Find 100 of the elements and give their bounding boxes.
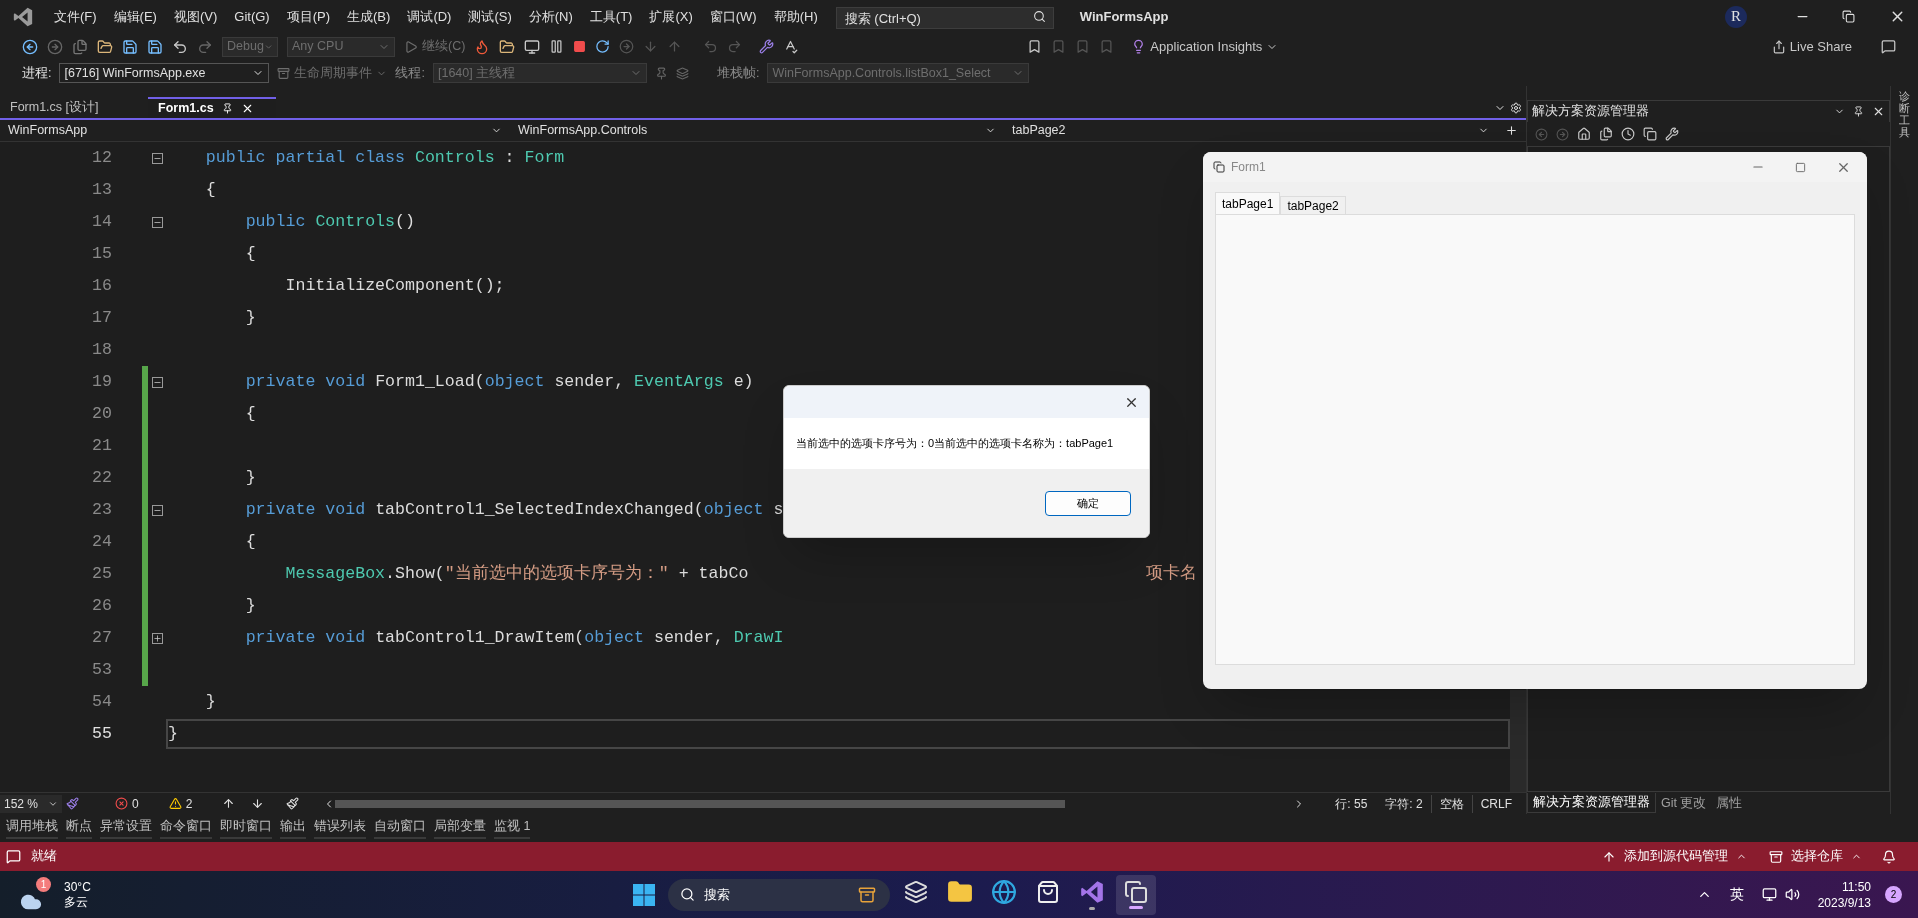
previous-icon[interactable]	[222, 797, 236, 810]
process-dropdown[interactable]: [6716] WinFormsApp.exe	[59, 63, 270, 83]
network-icon[interactable]	[1761, 887, 1777, 902]
warning-count[interactable]: 2	[168, 794, 193, 813]
notification-badge[interactable]: 2	[1885, 886, 1902, 903]
menu-item[interactable]: 编辑(E)	[107, 6, 163, 27]
tool-window-tab[interactable]: 输出	[280, 816, 306, 840]
pause-icon[interactable]	[549, 39, 565, 54]
form-tab[interactable]: tabPage2	[1280, 196, 1346, 214]
menu-item[interactable]: 文件(F)	[48, 6, 103, 27]
menu-item[interactable]: 工具(T)	[583, 6, 639, 27]
split-icon[interactable]	[1505, 124, 1518, 137]
live-share-button[interactable]: Live Share	[1771, 36, 1852, 57]
home-icon[interactable]	[1577, 127, 1591, 141]
volume-icon[interactable]	[1784, 887, 1800, 902]
folder-search-icon[interactable]	[499, 38, 516, 55]
whitespace-indicator[interactable]: 空格	[1430, 794, 1473, 813]
restore-icon[interactable]	[1842, 10, 1855, 23]
tool-window-tab[interactable]: 监视 1	[494, 816, 531, 840]
menu-item[interactable]: 分析(N)	[522, 6, 579, 27]
window-icon[interactable]	[1123, 880, 1148, 904]
error-count[interactable]: 0	[115, 794, 139, 813]
menu-item[interactable]: 生成(B)	[341, 6, 397, 27]
tool-window-tab[interactable]: 局部变量	[434, 816, 486, 840]
panel-tab[interactable]: 解决方案资源管理器	[1527, 793, 1656, 813]
back-icon[interactable]	[22, 38, 38, 55]
feedback-icon[interactable]	[1881, 39, 1896, 54]
restart-icon[interactable]	[595, 39, 611, 54]
next-icon[interactable]	[251, 797, 265, 810]
collapse-icon[interactable]	[151, 376, 163, 388]
menu-item[interactable]: 测试(S)	[462, 6, 518, 27]
task-view-icon[interactable]	[903, 880, 928, 904]
tool-window-tab[interactable]: 调用堆栈	[6, 816, 58, 840]
tool-window-tab[interactable]: 异常设置	[100, 816, 152, 840]
insights-button[interactable]: Application Insights	[1131, 36, 1279, 57]
tools-icon[interactable]	[759, 39, 775, 54]
zoom-dropdown[interactable]: 152 %	[0, 794, 62, 813]
line-ending-indicator[interactable]: CRLF	[1472, 794, 1520, 813]
redo-icon[interactable]	[197, 38, 213, 55]
forward-icon[interactable]	[47, 38, 63, 55]
account-avatar[interactable]: R	[1725, 5, 1747, 28]
panel-tab[interactable]: 属性	[1711, 793, 1748, 813]
tool-window-tab[interactable]: 断点	[66, 816, 92, 840]
type-dropdown[interactable]: WinFormsApp.Controls	[510, 121, 1004, 140]
menu-item[interactable]: 帮助(H)	[767, 6, 824, 27]
menu-item[interactable]: 项目(P)	[280, 6, 337, 27]
repository-button[interactable]: 选择仓库	[1769, 847, 1862, 866]
search-field[interactable]: 搜索 (Ctrl+Q)	[835, 7, 1054, 29]
menu-item[interactable]: 扩展(X)	[643, 6, 699, 27]
expand-icon[interactable]	[151, 632, 163, 644]
switch-view-icon[interactable]	[1599, 127, 1613, 141]
menu-item[interactable]: 视图(V)	[167, 6, 224, 27]
save-all-icon[interactable]	[147, 38, 163, 55]
store-icon[interactable]	[1035, 880, 1060, 904]
notification-icon[interactable]	[1882, 849, 1896, 864]
window-layout-icon[interactable]	[524, 38, 541, 55]
tool-window-tab[interactable]: 即时窗口	[220, 816, 272, 840]
member-dropdown[interactable]: tabPage2	[1004, 121, 1497, 140]
clock[interactable]: 11:50 2023/9/13	[1817, 878, 1871, 911]
vertical-scrollbar[interactable]	[1510, 690, 1526, 792]
save-icon[interactable]	[122, 38, 138, 55]
menu-item[interactable]: 窗口(W)	[703, 6, 763, 27]
open-folder-icon[interactable]	[97, 38, 113, 55]
horizontal-scrollbar[interactable]	[335, 799, 1066, 808]
ok-button[interactable]: 确定	[1045, 490, 1131, 516]
tool-window-tab[interactable]: 自动窗口	[374, 816, 426, 840]
pin-icon[interactable]	[1853, 106, 1864, 117]
form-tab[interactable]: tabPage1	[1215, 192, 1281, 214]
properties-icon[interactable]	[1665, 127, 1679, 141]
collapse-icon[interactable]	[151, 152, 163, 164]
spell-check-icon[interactable]	[783, 39, 799, 54]
pin-icon[interactable]	[221, 103, 233, 114]
folder-icon[interactable]	[946, 879, 973, 905]
menu-item[interactable]: 调试(D)	[401, 6, 458, 27]
side-tab[interactable]: 诊断工具	[1899, 90, 1910, 139]
settings-icon[interactable]	[1510, 102, 1522, 114]
collapse-icon[interactable]	[151, 504, 163, 516]
health-icon[interactable]	[66, 797, 79, 810]
source-control-button[interactable]: 添加到源代码管理	[1602, 847, 1747, 866]
taskbar-search-field[interactable]: 搜索	[667, 878, 890, 911]
collapse-icon[interactable]	[151, 216, 163, 228]
start-icon[interactable]	[631, 882, 656, 907]
document-tab[interactable]: Form1.cs [设计]	[0, 97, 148, 118]
menu-item[interactable]: Git(G)	[228, 6, 276, 27]
maximize-icon[interactable]	[1795, 161, 1806, 173]
tool-window-tab[interactable]: 错误列表	[314, 816, 366, 840]
pending-changes-icon[interactable]	[1621, 127, 1635, 141]
undo-icon[interactable]	[172, 38, 188, 55]
cleanup-icon[interactable]	[286, 797, 300, 810]
taskbar-button[interactable]	[1115, 874, 1156, 915]
close-icon[interactable]	[1872, 105, 1885, 118]
threads-icon[interactable]	[675, 66, 689, 80]
panel-tab[interactable]: Git 更改	[1656, 793, 1712, 813]
new-item-icon[interactable]	[72, 38, 88, 55]
project-dropdown[interactable]: WinFormsApp	[0, 121, 510, 140]
visual-studio-icon[interactable]	[1078, 879, 1105, 905]
stop-icon[interactable]	[573, 40, 587, 53]
browser-icon[interactable]	[990, 879, 1017, 905]
bookmark-icon[interactable]	[1027, 39, 1043, 54]
input-method[interactable]: 英	[1729, 884, 1744, 905]
